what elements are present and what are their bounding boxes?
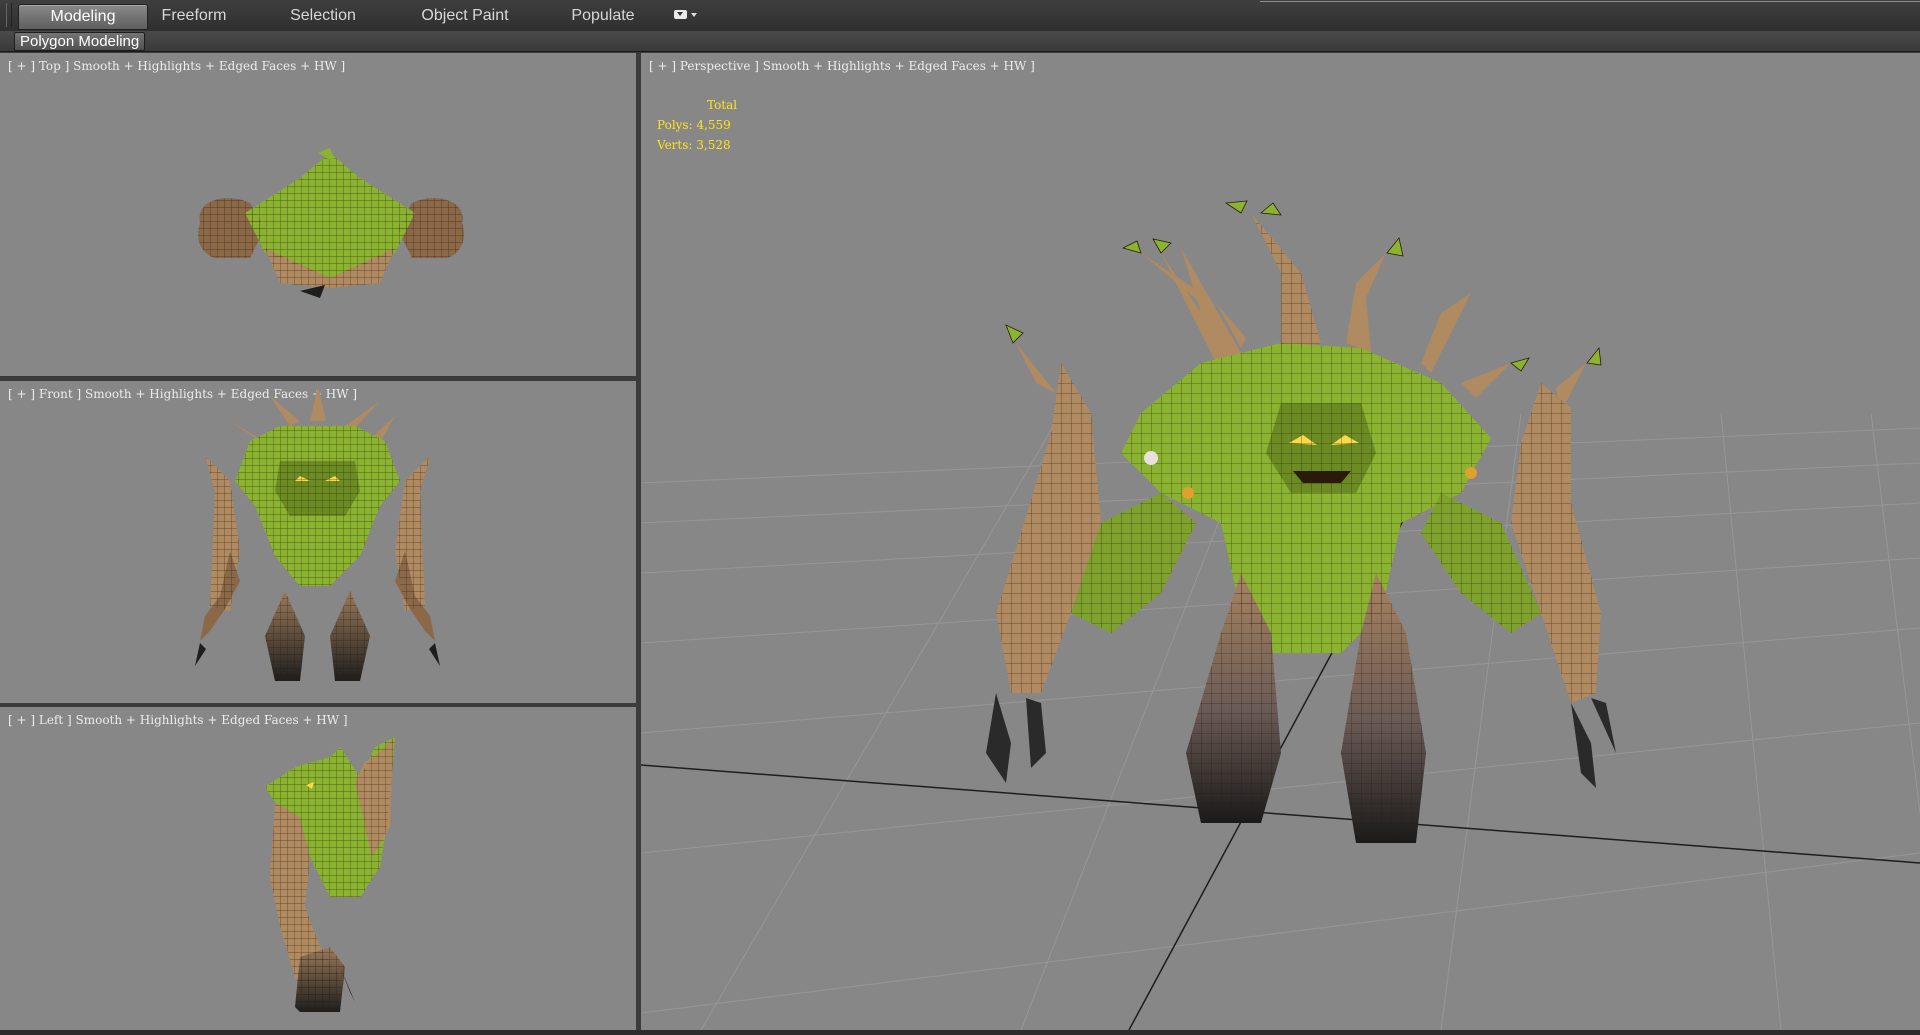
tab-populate[interactable]: Populate	[564, 4, 642, 28]
grid-axis-x	[641, 764, 1920, 864]
ribbon-tab-bar: Modeling Freeform Selection Object Paint…	[0, 0, 1920, 32]
viewport-perspective[interactable]: [ + ] Perspective ] Smooth + Highlights …	[641, 53, 1920, 1030]
tab-modeling[interactable]: Modeling	[18, 4, 148, 30]
treant-model-left-view	[265, 737, 395, 1012]
tab-dropdown-icon[interactable]	[674, 8, 702, 24]
treant-model-front-view	[195, 386, 440, 681]
polygon-modeling-button[interactable]: Polygon Modeling	[14, 32, 146, 51]
tab-selection[interactable]: Selection	[282, 4, 364, 28]
status-strip	[0, 1030, 1920, 1035]
ribbon-grip[interactable]	[6, 3, 12, 27]
viewport-left[interactable]: [ + ] Left ] Smooth + Highlights + Edged…	[0, 707, 636, 1030]
treant-model-perspective	[986, 200, 1616, 843]
viewport-top[interactable]: [ + ] Top ] Smooth + Highlights + Edged …	[0, 53, 636, 376]
treant-model-top-view	[198, 148, 464, 298]
tab-freeform[interactable]: Freeform	[150, 4, 238, 28]
viewport-front[interactable]: [ + ] Front ] Smooth + Highlights + Edge…	[0, 381, 636, 703]
flower-detail	[1144, 451, 1158, 465]
ribbon-divider	[1260, 1, 1920, 2]
perspective-scene	[641, 200, 1920, 1030]
tab-object-paint[interactable]: Object Paint	[415, 4, 515, 28]
ribbon-panel-bar: Polygon Modeling	[0, 31, 1920, 52]
